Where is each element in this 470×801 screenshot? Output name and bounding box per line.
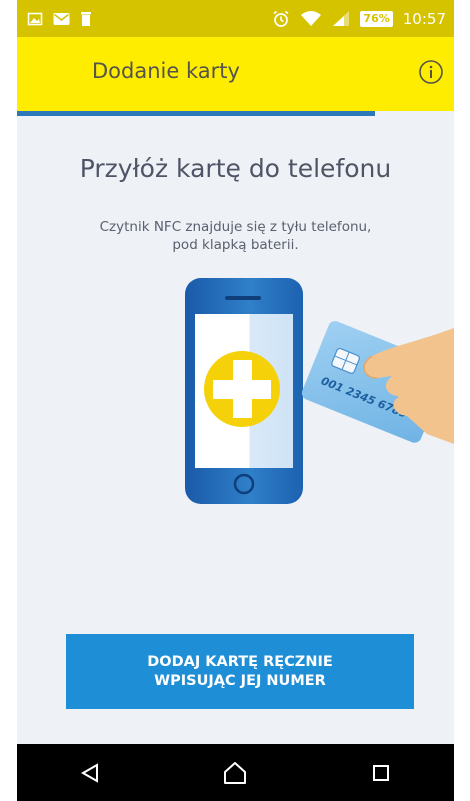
image-icon (27, 11, 43, 27)
clock: 10:57 (402, 9, 446, 28)
button-label-line-1: DODAJ KARTĘ RĘCZNIE (147, 653, 333, 670)
button-label-line-2: WPISUJĄC JEJ NUMER (154, 672, 326, 689)
progress-track (17, 111, 454, 116)
back-icon[interactable] (60, 753, 120, 793)
signal-icon (332, 10, 350, 27)
add-card-manually-button[interactable]: DODAJ KARTĘ RĘCZNIE WPISUJĄC JEJ NUMER (66, 634, 414, 709)
app-screen: 76% 10:57 Dodanie karty Przyłóż kartę do… (17, 0, 454, 801)
alarm-icon (272, 10, 290, 28)
recents-icon[interactable] (351, 753, 411, 793)
app-bar: Dodanie karty (17, 37, 454, 111)
mail-icon (53, 12, 70, 26)
instruction-subtext: Czytnik NFC znajduje się z tyłu telefonu… (57, 218, 414, 254)
notification-icons (27, 11, 92, 27)
system-status: 76% 10:57 (272, 10, 446, 28)
phone-illustration (185, 278, 303, 504)
system-nav-bar (17, 744, 454, 801)
page-title: Dodanie karty (92, 59, 240, 83)
home-icon[interactable] (205, 753, 265, 793)
progress-fill (17, 111, 376, 116)
subtext-line-2: pod klapką baterii. (172, 237, 299, 253)
subtext-line-1: Czytnik NFC znajduje się z tyłu telefonu… (99, 219, 372, 235)
wifi-icon (300, 10, 322, 27)
nfc-illustration: 001 2345 6789 (167, 276, 454, 512)
trash-icon (80, 11, 92, 27)
instruction-headline: Przyłóż kartę do telefonu (79, 154, 392, 183)
info-icon[interactable] (418, 59, 444, 85)
status-bar: 76% 10:57 (17, 0, 454, 37)
battery-indicator: 76% (360, 10, 393, 27)
